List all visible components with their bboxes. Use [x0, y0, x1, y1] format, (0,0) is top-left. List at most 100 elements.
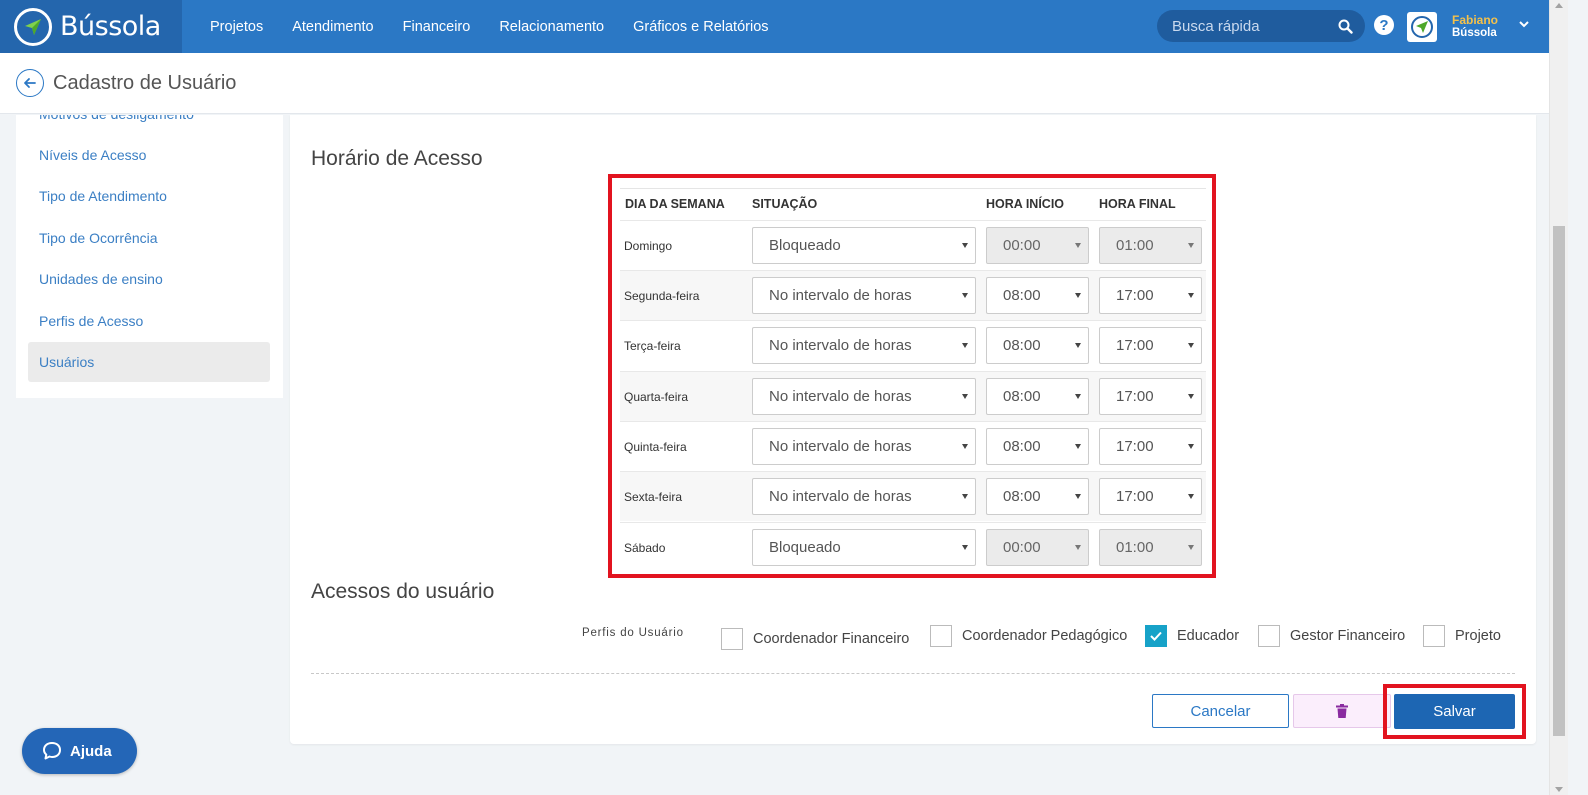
checkbox-checked[interactable]: [1145, 625, 1167, 647]
start-time-value: 08:00: [1003, 488, 1041, 505]
end-time-select: 01:00: [1099, 227, 1202, 264]
chevron-down-icon[interactable]: [1518, 17, 1530, 35]
user-form-card: Horário de Acesso DIA DA SEMANA SITUAÇÃO…: [290, 115, 1536, 744]
perfil-coordenador-pedagogico[interactable]: Coordenador Pedagógico: [930, 625, 1127, 647]
perfil-label: Projeto: [1455, 628, 1501, 644]
top-navbar: Bússola Projetos Atendimento Financeiro …: [0, 0, 1549, 53]
brand[interactable]: Bússola: [0, 0, 182, 53]
settings-sidebar: Motivos de desligamento Níveis de Acesso…: [16, 115, 283, 398]
perfil-gestor-financeiro[interactable]: Gestor Financeiro: [1258, 625, 1405, 647]
status-value: Bloqueado: [769, 237, 841, 254]
perfil-educador[interactable]: Educador: [1145, 625, 1239, 647]
help-label: Ajuda: [70, 742, 112, 760]
sidebar-item-tipo-ocorrencia[interactable]: Tipo de Ocorrência: [28, 218, 270, 258]
caret-down-icon: [1188, 444, 1194, 449]
status-select[interactable]: No intervalo de horas: [752, 478, 976, 515]
caret-down-icon: [962, 545, 968, 550]
start-time-value: 00:00: [1003, 237, 1041, 254]
status-select[interactable]: No intervalo de horas: [752, 327, 976, 364]
start-time-select[interactable]: 08:00: [986, 478, 1089, 515]
nav-item-atendimento[interactable]: Atendimento: [292, 19, 373, 35]
compass-logo-icon: [14, 7, 52, 46]
status-value: No intervalo de horas: [769, 388, 912, 405]
header-end: HORA FINAL: [1099, 197, 1176, 211]
caret-down-icon: [1188, 545, 1194, 550]
schedule-row: Quarta-feira No intervalo de horas 08:00 17…: [620, 371, 1206, 421]
checkbox[interactable]: [930, 625, 952, 647]
perfil-label: Gestor Financeiro: [1290, 628, 1406, 644]
trash-icon: [1336, 704, 1348, 718]
day-label: Sábado: [624, 541, 666, 555]
status-select[interactable]: No intervalo de horas: [752, 428, 976, 465]
divider: [311, 673, 1515, 674]
status-value: No intervalo de horas: [769, 287, 912, 304]
end-time-select[interactable]: 17:00: [1099, 478, 1202, 515]
perfil-coordenador-financeiro[interactable]: Coordenador Financeiro: [721, 628, 909, 650]
end-time-select[interactable]: 17:00: [1099, 428, 1202, 465]
end-time-select[interactable]: 17:00: [1099, 327, 1202, 364]
caret-down-icon: [1075, 444, 1081, 449]
header-status: SITUAÇÃO: [752, 197, 818, 211]
end-time-select[interactable]: 17:00: [1099, 277, 1202, 314]
perfil-projeto[interactable]: Projeto: [1423, 625, 1501, 647]
search-icon[interactable]: [1338, 19, 1353, 34]
sidebar-item-tipo-atendimento[interactable]: Tipo de Atendimento: [28, 176, 270, 216]
start-time-value: 08:00: [1003, 287, 1041, 304]
status-select[interactable]: No intervalo de horas: [752, 378, 976, 415]
checkbox[interactable]: [1423, 625, 1445, 647]
caret-down-icon: [962, 494, 968, 499]
help-icon[interactable]: ?: [1374, 15, 1394, 35]
end-time-value: 01:00: [1116, 237, 1154, 254]
start-time-select[interactable]: 08:00: [986, 428, 1089, 465]
delete-button[interactable]: [1293, 694, 1391, 728]
cancel-button[interactable]: Cancelar: [1152, 694, 1289, 728]
status-select[interactable]: No intervalo de horas: [752, 277, 976, 314]
user-name: Fabiano: [1452, 13, 1499, 27]
day-label: Sexta-feira: [624, 490, 683, 504]
schedule-row: Segunda-feira No intervalo de horas 08:00 1…: [620, 270, 1206, 320]
nav-item-relacionamento[interactable]: Relacionamento: [499, 19, 604, 35]
nav-item-projetos[interactable]: Projetos: [210, 19, 263, 35]
back-arrow-icon[interactable]: [16, 69, 44, 97]
nav-item-financeiro[interactable]: Financeiro: [403, 19, 471, 35]
start-time-value: 00:00: [1003, 539, 1041, 556]
caret-down-icon: [1075, 545, 1081, 550]
checkbox[interactable]: [721, 628, 743, 650]
user-info[interactable]: Fabiano Bússola: [1452, 14, 1498, 40]
end-time-select[interactable]: 17:00: [1099, 378, 1202, 415]
status-select[interactable]: Bloqueado: [752, 529, 976, 566]
start-time-select[interactable]: 08:00: [986, 378, 1089, 415]
start-time-value: 08:00: [1003, 388, 1041, 405]
sidebar-item-motivos-desligamento[interactable]: Motivos de desligamento: [28, 115, 270, 134]
search-input[interactable]: [1172, 17, 1332, 35]
caret-down-icon: [1188, 394, 1194, 399]
header-start: HORA INÍCIO: [986, 197, 1065, 211]
scroll-up-arrow[interactable]: [1555, 3, 1563, 8]
avatar-logo-icon[interactable]: [1407, 12, 1437, 42]
caret-down-icon: [1075, 394, 1081, 399]
checkbox[interactable]: [1258, 625, 1280, 647]
day-label: Domingo: [624, 239, 673, 253]
scroll-thumb[interactable]: [1553, 226, 1565, 736]
perfil-label: Coordenador Financeiro: [753, 631, 910, 647]
status-select[interactable]: Bloqueado: [752, 227, 976, 264]
nav-item-graficos-relatorios[interactable]: Gráficos e Relatórios: [633, 19, 768, 35]
save-button[interactable]: Salvar: [1394, 694, 1515, 729]
sidebar-item-perfis-acesso[interactable]: Perfis de Acesso: [28, 301, 270, 341]
start-time-value: 08:00: [1003, 438, 1041, 455]
page-scrollbar[interactable]: [1549, 0, 1568, 795]
end-time-select: 01:00: [1099, 529, 1202, 566]
sidebar-item-unidades-ensino[interactable]: Unidades de ensino: [28, 259, 270, 299]
status-value: Bloqueado: [769, 539, 841, 556]
sidebar-item-usuarios[interactable]: Usuários: [28, 342, 270, 382]
scroll-down-arrow[interactable]: [1555, 787, 1563, 792]
help-chat-button[interactable]: Ajuda: [22, 728, 137, 774]
header-day: DIA DA SEMANA: [625, 197, 725, 211]
sidebar-item-niveis-acesso[interactable]: Níveis de Acesso: [28, 135, 270, 175]
start-time-select[interactable]: 08:00: [986, 277, 1089, 314]
schedule-row: Quinta-feira No intervalo de horas 08:00 17…: [620, 421, 1206, 471]
end-time-value: 17:00: [1116, 388, 1154, 405]
day-label: Quinta-feira: [624, 440, 687, 454]
start-time-select[interactable]: 08:00: [986, 327, 1089, 364]
start-time-select: 00:00: [986, 227, 1089, 264]
